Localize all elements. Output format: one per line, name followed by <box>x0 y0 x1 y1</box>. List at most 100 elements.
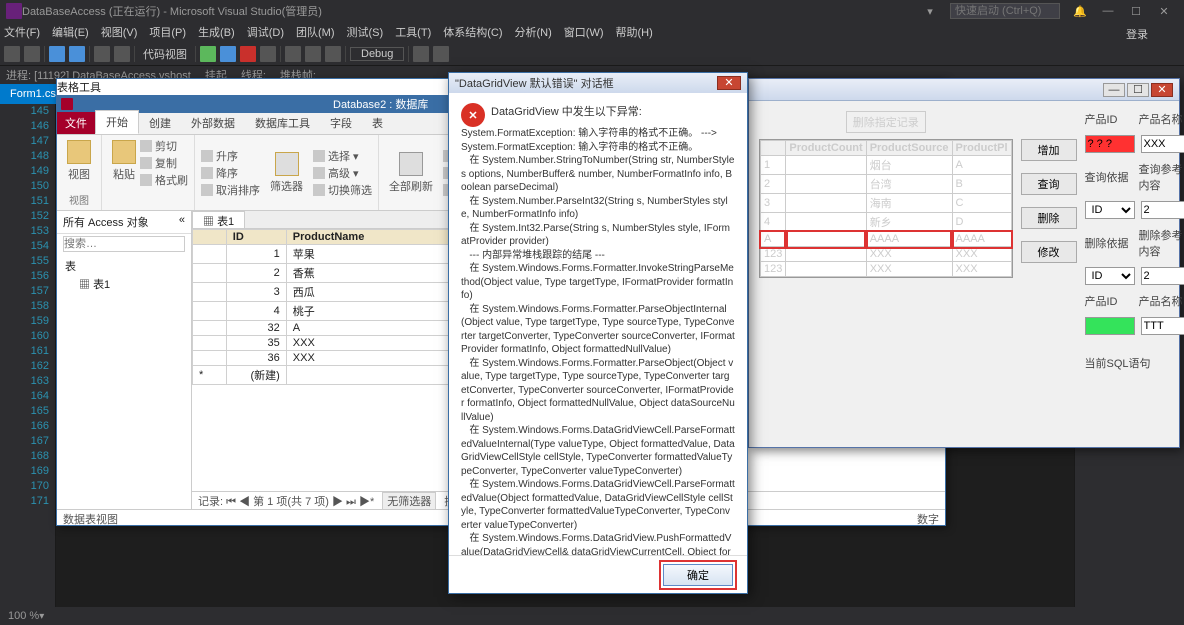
error-header: DataGridView 中发生以下异常: <box>461 103 735 119</box>
col-name[interactable]: ProductName <box>286 230 451 245</box>
restart-icon[interactable] <box>260 46 276 62</box>
nav-back-icon[interactable] <box>4 46 20 62</box>
menu-file[interactable]: 文件(F) <box>4 24 40 40</box>
ribbon-home-tab[interactable]: 开始 <box>95 110 139 134</box>
delete-selected-button[interactable]: 删除指定记录 <box>846 111 926 133</box>
menu-project[interactable]: 项目(P) <box>149 24 186 40</box>
save-icon[interactable] <box>49 46 65 62</box>
notifications-icon[interactable]: 🔔 <box>1066 5 1094 18</box>
pid-label-2: 产品ID <box>1085 293 1133 309</box>
refresh-all-button[interactable]: 全部刷新 <box>385 150 437 196</box>
ribbon-dbtools-tab[interactable]: 数据库工具 <box>245 112 320 134</box>
close-button[interactable]: ✕ <box>1150 5 1178 18</box>
sort-asc-button[interactable]: 升序 <box>201 148 260 164</box>
redo-icon[interactable] <box>114 46 130 62</box>
undo-icon[interactable] <box>94 46 110 62</box>
sql-label: 当前SQL语句 <box>1085 355 1151 371</box>
toggle-filter-button[interactable]: 切换筛选 <box>313 182 372 198</box>
view-button[interactable]: 视图 <box>63 138 95 184</box>
menu-tools[interactable]: 工具(T) <box>395 24 431 40</box>
menu-team[interactable]: 团队(M) <box>296 24 335 40</box>
nav-collapse-icon[interactable]: « <box>179 214 185 230</box>
query-cond-input[interactable] <box>1141 201 1184 219</box>
filter-button[interactable]: 筛选器 <box>266 150 307 196</box>
config-dropdown[interactable]: Debug <box>350 47 404 61</box>
dcond-label: 删除参考内容 <box>1139 227 1184 259</box>
continue-icon[interactable] <box>200 46 216 62</box>
paste-button[interactable]: 粘贴 <box>108 138 140 184</box>
copy-button[interactable]: 复制 <box>140 155 188 171</box>
sort-desc-button[interactable]: 降序 <box>201 165 260 181</box>
nav-group-tables[interactable]: 表 <box>65 258 183 274</box>
menu-test[interactable]: 测试(S) <box>347 24 384 40</box>
col-id[interactable]: ID <box>226 230 286 245</box>
codeview-button[interactable]: 代码视图 <box>139 46 191 62</box>
minimize-button[interactable]: — <box>1094 5 1122 17</box>
ribbon-file-tab[interactable]: 文件 <box>57 112 95 134</box>
nav-header[interactable]: 所有 Access 对象 <box>63 214 149 230</box>
save-all-icon[interactable] <box>69 46 85 62</box>
stop-icon[interactable] <box>240 46 256 62</box>
step-over-icon[interactable] <box>305 46 321 62</box>
step-out-icon[interactable] <box>325 46 341 62</box>
pname-input-1[interactable] <box>1141 135 1184 153</box>
query-by-select[interactable]: ID <box>1085 201 1135 219</box>
form-datagrid[interactable]: ProductCountProductSourceProductPl 1烟台A2… <box>759 139 1013 278</box>
nav-fwd-icon[interactable] <box>24 46 40 62</box>
menu-window[interactable]: 窗口(W) <box>564 24 604 40</box>
tool-icon[interactable] <box>413 46 429 62</box>
menu-help[interactable]: 帮助(H) <box>616 24 653 40</box>
new-row-label[interactable]: (新建) <box>226 366 286 385</box>
delete-button[interactable]: 删除 <box>1021 207 1077 229</box>
main-toolbar: 代码视图 Debug <box>0 42 1184 66</box>
record-navigator[interactable]: 记录: ⏮ ◀ 第 1 项(共 7 项) ▶ ⏭ ▶* <box>198 493 374 509</box>
pname-label: 产品名称 <box>1139 111 1184 127</box>
ribbon-external-tab[interactable]: 外部数据 <box>181 112 245 134</box>
menu-build[interactable]: 生成(B) <box>198 24 235 40</box>
nav-search-input[interactable] <box>63 236 185 252</box>
tool2-icon[interactable] <box>433 46 449 62</box>
vs-logo-icon <box>6 3 22 19</box>
pname-label-2: 产品名称 <box>1139 293 1184 309</box>
dlg-title-text: "DataGridView 默认错误" 对话框 <box>455 75 614 91</box>
query-button[interactable]: 查询 <box>1021 173 1077 195</box>
ok-button[interactable]: 确定 <box>663 564 733 586</box>
form-close-button[interactable]: ✕ <box>1151 83 1173 97</box>
datasheet-tab[interactable]: ▦ 表1 <box>192 211 245 228</box>
menu-edit[interactable]: 编辑(E) <box>52 24 89 40</box>
advanced-button[interactable]: 高级 ▾ <box>313 165 372 181</box>
clear-sort-button[interactable]: 取消排序 <box>201 182 260 198</box>
access-status-left: 数据表视图 <box>63 511 118 524</box>
delete-cond-input[interactable] <box>1141 267 1184 285</box>
cut-button[interactable]: 剪切 <box>140 138 188 154</box>
pause-icon[interactable] <box>220 46 236 62</box>
delete-by-select[interactable]: ID <box>1085 267 1135 285</box>
maximize-button[interactable]: ☐ <box>1122 5 1150 18</box>
ribbon-table-tab[interactable]: 表 <box>362 112 393 134</box>
add-button[interactable]: 增加 <box>1021 139 1077 161</box>
restore-down-icon[interactable]: ▾ <box>916 5 944 18</box>
form-max-button[interactable]: ☐ <box>1127 83 1149 97</box>
dlg-close-button[interactable]: ✕ <box>717 76 741 90</box>
winforms-window: — ☐ ✕ 删除指定记录 ProductCountProductSourcePr… <box>748 78 1180 448</box>
pid-input-green[interactable] <box>1085 317 1135 335</box>
formatpainter-button[interactable]: 格式刷 <box>140 172 188 188</box>
quick-launch-input[interactable] <box>950 3 1060 19</box>
pname-input-2[interactable] <box>1141 317 1184 335</box>
menu-arch[interactable]: 体系结构(C) <box>443 24 502 40</box>
pid-label: 产品ID <box>1085 111 1133 127</box>
pid-input-red[interactable] <box>1085 135 1135 153</box>
modify-button[interactable]: 修改 <box>1021 241 1077 263</box>
nav-item-table1[interactable]: ▦ 表1 <box>65 274 183 294</box>
menu-debug[interactable]: 调试(D) <box>247 24 284 40</box>
error-stacktrace: System.FormatException: 输入字符串的格式不正确。 ---… <box>461 127 735 555</box>
menu-view[interactable]: 视图(V) <box>101 24 138 40</box>
selection-button[interactable]: 选择 ▾ <box>313 148 372 164</box>
form-min-button[interactable]: — <box>1103 83 1125 97</box>
ribbon-create-tab[interactable]: 创建 <box>139 112 181 134</box>
ribbon-fields-tab[interactable]: 字段 <box>320 112 362 134</box>
signin-link[interactable]: 登录 <box>1126 26 1148 42</box>
menu-analyze[interactable]: 分析(N) <box>515 24 552 40</box>
step-into-icon[interactable] <box>285 46 301 62</box>
window-title: DataBaseAccess (正在运行) - Microsoft Visual… <box>22 3 916 19</box>
